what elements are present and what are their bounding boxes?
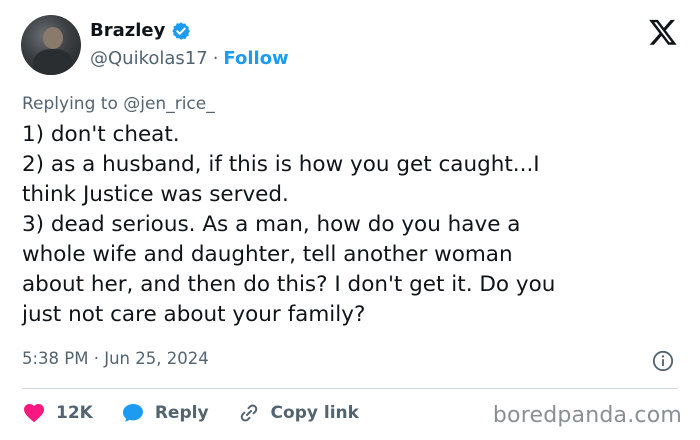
tweet-line: think Justice was served. [22,182,289,207]
tweet-timestamp[interactable]: 5:38 PM · Jun 25, 2024 [22,349,209,368]
verified-badge-icon [172,21,191,40]
handle-separator: · [212,48,219,69]
author-display-name[interactable]: Brazley [90,20,165,41]
tweet-line: just not care about your family? [22,302,366,327]
action-bar: 12K Reply Copy link [22,401,387,425]
follow-button[interactable]: Follow [223,48,288,69]
like-button[interactable]: 12K [22,401,93,425]
replying-to: Replying to @jen_rice_ [22,94,215,114]
watermark: boredpanda.com [492,403,682,428]
copy-link-button[interactable]: Copy link [237,401,359,425]
speech-bubble-icon [122,404,143,422]
author-handle-row: @Quikolas17 · Follow [90,48,289,69]
info-icon[interactable] [652,350,674,372]
heart-icon [24,404,44,423]
replying-to-label: Replying to [22,94,118,114]
avatar-body [33,49,73,75]
avatar[interactable] [21,15,81,75]
tweet-line: about her, and then do this? I don't get… [22,272,556,297]
tweet-line: whole wife and daughter, tell another wo… [22,242,513,267]
reply-label: Reply [154,403,209,423]
author-handle[interactable]: @Quikolas17 [90,48,208,69]
tweet-line: 2) as a husband, if this is how you get … [22,152,540,177]
link-icon [240,404,257,422]
copy-link-label: Copy link [270,403,359,423]
avatar-head [43,27,63,49]
tweet-text: 1) don't cheat. 2) as a husband, if this… [22,120,672,330]
like-count: 12K [56,403,93,423]
reply-button[interactable]: Reply [121,401,209,425]
author-name-row: Brazley [90,20,191,41]
divider [22,388,678,389]
tweet-line: 3) dead serious. As a man, how do you ha… [22,212,521,237]
x-logo-icon[interactable] [648,17,678,47]
tweet-line: 1) don't cheat. [22,122,180,147]
replying-to-handle[interactable]: @jen_rice_ [123,94,214,114]
